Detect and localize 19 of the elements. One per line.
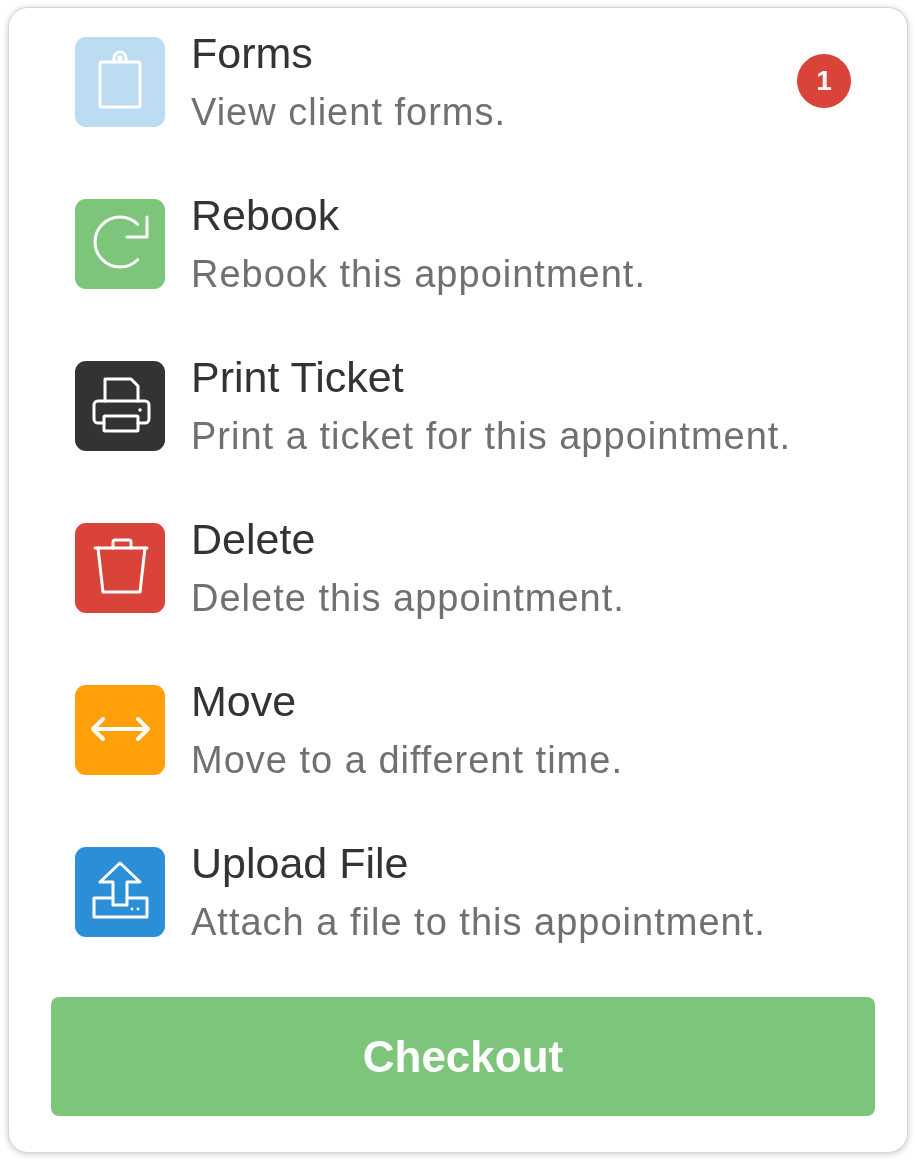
menu-item-title[interactable]: Print Ticket (191, 356, 404, 399)
menu-item-title[interactable]: Move (191, 680, 297, 723)
menu-item-title[interactable]: Upload File (191, 842, 409, 885)
menu-item-description: Delete this appointment. (191, 579, 625, 617)
menu-item-title[interactable]: Delete (191, 518, 316, 561)
clipboard-icon[interactable] (75, 37, 165, 127)
trash-icon[interactable] (75, 523, 165, 613)
menu-item-description: Print a ticket for this appointment. (191, 417, 791, 455)
menu-item-description: Move to a different time. (191, 741, 623, 779)
printer-icon[interactable] (75, 361, 165, 451)
menu-item-description: Attach a file to this appointment. (191, 903, 766, 941)
menu-item-title[interactable]: Rebook (191, 194, 340, 237)
menu-item-title[interactable]: Forms (191, 32, 313, 75)
refresh-icon[interactable] (75, 199, 165, 289)
horizontal-arrows-icon[interactable] (75, 685, 165, 775)
count-badge: 1 (797, 54, 851, 108)
upload-icon[interactable] (75, 847, 165, 937)
menu-item-description: Rebook this appointment. (191, 255, 646, 293)
menu-item-description: View client forms. (191, 93, 507, 131)
